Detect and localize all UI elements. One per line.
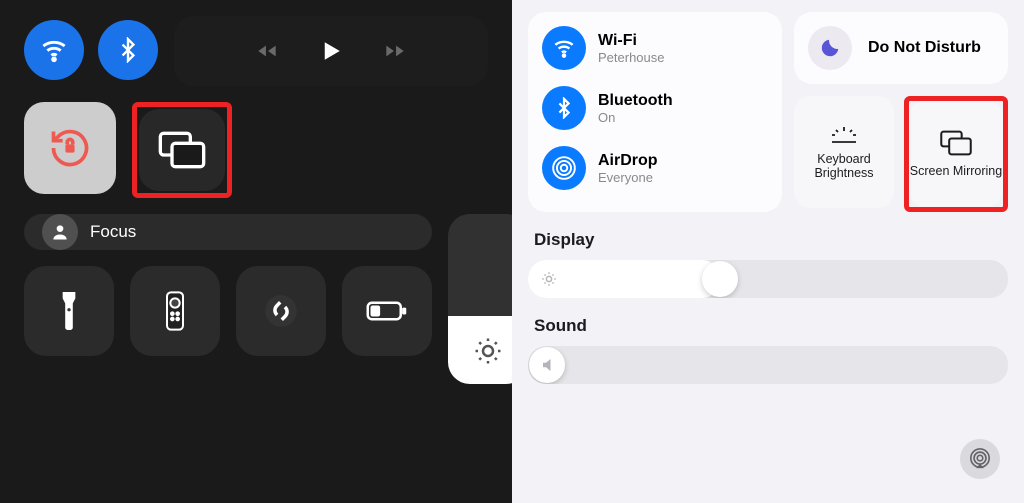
- sound-slider[interactable]: [528, 346, 1008, 384]
- sound-heading: Sound: [534, 316, 1008, 336]
- shazam-button[interactable]: [236, 266, 326, 356]
- bluetooth-toggle[interactable]: [98, 20, 158, 80]
- keyboard-brightness-button[interactable]: Keyboard Brightness: [794, 96, 894, 208]
- bluetooth-icon: [115, 37, 141, 63]
- wifi-icon: [38, 34, 70, 66]
- shazam-icon: [262, 292, 300, 330]
- airdrop-title: AirDrop: [598, 152, 658, 170]
- rotation-lock-button[interactable]: [24, 102, 116, 194]
- screen-mirror-highlight-right: Screen Mirroring: [904, 96, 1008, 212]
- airdrop-icon: [551, 155, 577, 181]
- low-power-button[interactable]: [342, 266, 432, 356]
- display-heading: Display: [534, 230, 1008, 250]
- wifi-subtitle: Peterhouse: [598, 50, 665, 65]
- ios-control-center: Focus: [0, 0, 512, 503]
- screen-mirroring-button-right[interactable]: Screen Mirroring: [909, 101, 1003, 207]
- macos-control-center: Wi-FiPeterhouse BluetoothOn AirDropEvery…: [512, 0, 1024, 503]
- brightness-icon: [540, 270, 558, 288]
- person-icon: [50, 222, 70, 242]
- wifi-title: Wi-Fi: [598, 32, 665, 50]
- media-controls[interactable]: [174, 16, 488, 86]
- dnd-card[interactable]: Do Not Disturb: [794, 12, 1008, 84]
- airdrop-subtitle: Everyone: [598, 170, 658, 185]
- screen-mirroring-icon: [939, 130, 973, 156]
- brightness-slider[interactable]: [448, 214, 512, 384]
- connectivity-card: Wi-FiPeterhouse BluetoothOn AirDropEvery…: [528, 12, 782, 212]
- focus-button[interactable]: Focus: [24, 214, 432, 250]
- forward-icon[interactable]: [382, 38, 408, 64]
- flashlight-icon: [57, 292, 81, 330]
- wifi-icon: [551, 35, 577, 61]
- wifi-item[interactable]: Wi-FiPeterhouse: [542, 26, 768, 70]
- volume-icon: [540, 356, 558, 374]
- wifi-toggle[interactable]: [24, 20, 84, 80]
- keyboard-brightness-icon: [829, 124, 859, 144]
- moon-icon: [819, 37, 841, 59]
- bluetooth-title: Bluetooth: [598, 92, 673, 110]
- airdrop-item[interactable]: AirDropEveryone: [542, 146, 768, 190]
- brightness-icon: [473, 336, 503, 366]
- screen-mirroring-button[interactable]: [139, 109, 225, 191]
- airplay-icon: [969, 448, 991, 470]
- focus-label: Focus: [90, 222, 136, 242]
- rotation-lock-icon: [48, 126, 92, 170]
- remote-button[interactable]: [130, 266, 220, 356]
- play-icon[interactable]: [316, 36, 346, 66]
- flashlight-button[interactable]: [24, 266, 114, 356]
- bluetooth-subtitle: On: [598, 110, 673, 125]
- rewind-icon[interactable]: [254, 38, 280, 64]
- dnd-title: Do Not Disturb: [868, 39, 981, 57]
- screen-mirroring-label: Screen Mirroring: [910, 164, 1002, 178]
- airplay-audio-button[interactable]: [960, 439, 1000, 479]
- battery-icon: [366, 300, 408, 322]
- bluetooth-item[interactable]: BluetoothOn: [542, 86, 768, 130]
- bluetooth-icon: [553, 97, 575, 119]
- screen-mirroring-icon: [157, 131, 207, 169]
- kb-brightness-label: Keyboard Brightness: [794, 152, 894, 181]
- screen-mirror-highlight: [132, 102, 232, 198]
- display-slider[interactable]: [528, 260, 1008, 298]
- tv-remote-icon: [165, 291, 185, 331]
